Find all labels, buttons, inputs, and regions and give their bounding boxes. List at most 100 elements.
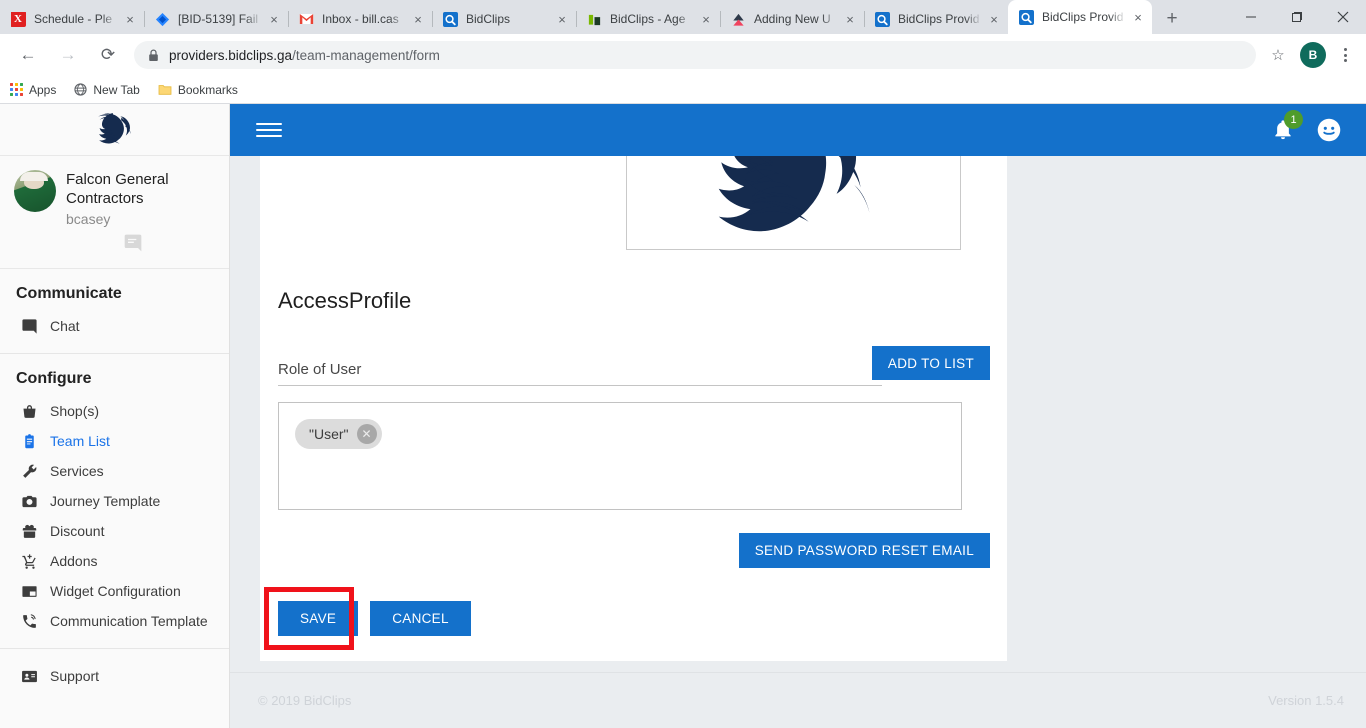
sidebar-item-journey-template[interactable]: Journey Template <box>0 486 229 516</box>
chrome-profile-avatar[interactable]: B <box>1300 42 1326 68</box>
close-tab-icon[interactable]: × <box>554 11 570 27</box>
browser-tab-title: Inbox - bill.cas <box>322 12 399 26</box>
apps-grid-icon <box>10 83 23 96</box>
new-tab-button[interactable]: + <box>1158 4 1186 32</box>
browser-tab[interactable]: BidClips Provid × <box>1008 0 1152 34</box>
back-button[interactable]: ← <box>12 39 44 71</box>
browser-tab[interactable]: Inbox - bill.cas × <box>288 4 432 34</box>
app-sidebar: Falcon General Contractors bcasey Commun… <box>0 104 230 728</box>
sidebar-group: Communicate Chat <box>0 269 229 353</box>
browser-tab-strip: X Schedule - Ple × [BID-5139] Fail × Inbox - … <box>0 0 1366 34</box>
close-tab-icon[interactable]: × <box>698 11 714 27</box>
close-tab-icon[interactable]: × <box>842 11 858 27</box>
hamburger-icon[interactable] <box>256 123 282 137</box>
sidebar-item-discount[interactable]: Discount <box>0 516 229 546</box>
sidebar-profile[interactable]: Falcon General Contractors bcasey <box>0 156 229 269</box>
sidebar-item-addons[interactable]: Addons <box>0 546 229 576</box>
access-profile-card: AccessProfile ADD TO LIST Role of User "… <box>260 156 1007 661</box>
chat-icon <box>18 318 40 335</box>
role-chip[interactable]: "User" ✕ <box>295 419 382 449</box>
close-tab-icon[interactable]: × <box>986 11 1002 27</box>
bookmark-new-tab-label: New Tab <box>93 82 140 97</box>
app-top-bar: 1 <box>230 104 1366 156</box>
forward-button[interactable]: → <box>52 39 84 71</box>
browser-tab[interactable]: [BID-5139] Fail × <box>144 4 288 34</box>
bookmark-star-icon[interactable]: ☆ <box>1264 41 1292 69</box>
sidebar-item-label: Services <box>50 463 104 479</box>
sidebar-logo[interactable] <box>0 104 229 156</box>
role-of-user-field[interactable]: Role of User <box>278 361 882 386</box>
save-button[interactable]: SAVE <box>278 601 359 636</box>
roles-chip-list: "User" ✕ <box>278 402 962 510</box>
browser-tab-title: Schedule - Ple <box>34 12 113 26</box>
url-host: providers.bidclips.ga <box>169 47 293 63</box>
footer-copyright: © 2019 BidClips <box>258 693 352 708</box>
sidebar-item-label: Journey Template <box>50 493 161 509</box>
form-actions: SAVE CANCEL <box>278 601 471 636</box>
bookmark-apps[interactable]: Apps <box>10 83 56 97</box>
browser-window: X Schedule - Ple × [BID-5139] Fail × Inbox - … <box>0 0 1366 728</box>
sidebar-item-chat[interactable]: Chat <box>0 311 229 341</box>
sidebar-bottom-items: Support <box>0 649 229 691</box>
folder-icon <box>158 83 172 96</box>
bookmark-folder[interactable]: Bookmarks <box>158 83 238 97</box>
sidebar-sections: Communicate Chat Configure Shop(s) Team List… <box>0 269 229 648</box>
bidclips-green-icon <box>586 11 602 27</box>
cart-plus-icon <box>18 553 40 570</box>
close-window-button[interactable] <box>1320 0 1366 34</box>
lock-icon <box>148 49 159 62</box>
contact-card-icon <box>18 668 40 685</box>
browser-tab[interactable]: BidClips Provid × <box>864 4 1008 34</box>
close-icon[interactable]: ✕ <box>356 424 377 444</box>
sidebar-profile-name: Falcon General Contractors <box>66 171 169 207</box>
chat-bubble-icon[interactable] <box>123 233 143 258</box>
main-content: AccessProfile ADD TO LIST Role of User "… <box>230 156 1366 728</box>
sidebar-item-team-list[interactable]: Team List <box>0 426 229 456</box>
browser-tab[interactable]: Adding New U × <box>720 4 864 34</box>
notification-badge: 1 <box>1284 110 1303 129</box>
send-password-reset-email-button[interactable]: SEND PASSWORD RESET EMAIL <box>738 533 990 568</box>
phone-ring-icon <box>18 613 40 630</box>
role-chip-label: "User" <box>309 426 349 442</box>
company-logo-preview <box>626 156 961 250</box>
maximize-button[interactable] <box>1274 0 1320 34</box>
sidebar-item-support[interactable]: Support <box>0 661 229 691</box>
close-tab-icon[interactable]: × <box>122 11 138 27</box>
browser-tab[interactable]: BidClips × <box>432 4 576 34</box>
sidebar-item-services[interactable]: Services <box>0 456 229 486</box>
window-controls <box>1228 0 1366 34</box>
bidclips-icon <box>442 11 458 27</box>
cancel-button[interactable]: CANCEL <box>370 601 471 636</box>
notifications-button[interactable]: 1 <box>1266 110 1303 147</box>
account-circle-icon[interactable] <box>1314 115 1344 145</box>
sidebar-item-communication-template[interactable]: Communication Template <box>0 606 229 636</box>
bidclips-icon <box>874 11 890 27</box>
globe-icon <box>74 83 87 96</box>
sidebar-profile-username: bcasey <box>66 211 111 227</box>
sidebar-item-label: Chat <box>50 318 80 334</box>
close-tab-icon[interactable]: × <box>266 11 282 27</box>
browser-tab-title: BidClips Provid <box>898 12 980 26</box>
browser-tab[interactable]: BidClips - Age × <box>576 4 720 34</box>
bookmark-new-tab[interactable]: New Tab <box>74 82 140 97</box>
browser-toolbar: ← → ⟳ providers.bidclips.ga/team-managem… <box>0 34 1366 76</box>
reload-button[interactable]: ⟳ <box>92 39 124 71</box>
add-to-list-button[interactable]: ADD TO LIST <box>871 346 990 380</box>
widget-icon <box>18 583 40 600</box>
close-tab-icon[interactable]: × <box>410 11 426 27</box>
falcon-head-logo-icon <box>718 156 870 232</box>
browser-tab-title: BidClips Provid <box>1042 10 1124 24</box>
gift-icon <box>18 523 40 540</box>
sidebar-item-shop-s[interactable]: Shop(s) <box>0 396 229 426</box>
sidebar-group: Configure Shop(s) Team List Services Journey… <box>0 354 229 648</box>
chrome-menu-icon[interactable] <box>1332 40 1358 70</box>
browser-tab[interactable]: X Schedule - Ple × <box>0 4 144 34</box>
browser-tabs: X Schedule - Ple × [BID-5139] Fail × Inbox - … <box>0 0 1152 34</box>
address-bar[interactable]: providers.bidclips.ga/team-management/fo… <box>134 41 1256 69</box>
falcon-logo-icon <box>97 112 131 144</box>
sidebar-section-title: Configure <box>16 370 92 387</box>
minimize-button[interactable] <box>1228 0 1274 34</box>
close-tab-icon[interactable]: × <box>1130 9 1146 25</box>
sidebar-item-label: Addons <box>50 553 98 569</box>
sidebar-item-widget-configuration[interactable]: Widget Configuration <box>0 576 229 606</box>
